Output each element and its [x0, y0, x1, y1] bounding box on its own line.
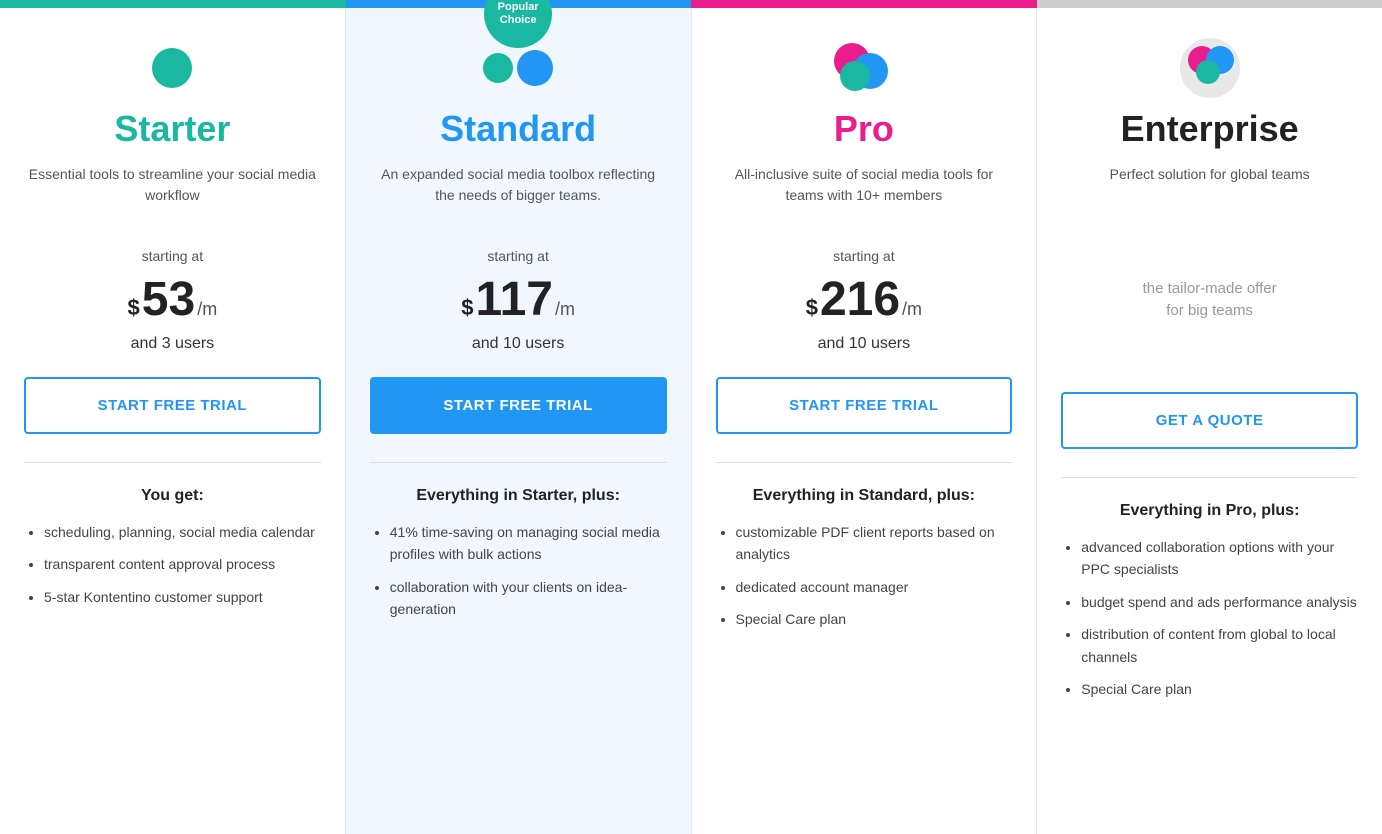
- starter-cta-button[interactable]: START FREE TRIAL: [24, 377, 321, 434]
- pro-price: $ 216 /m: [806, 272, 922, 327]
- starter-features-header: You get:: [141, 487, 204, 505]
- pro-starting-at: starting at: [833, 248, 894, 264]
- starter-plan-desc: Essential tools to streamline your socia…: [24, 164, 321, 224]
- pro-plan-desc: All-inclusive suite of social media tool…: [716, 164, 1013, 224]
- standard-starting-at: starting at: [487, 248, 548, 264]
- enterprise-icon: [1180, 38, 1240, 98]
- list-item: transparent content approval process: [44, 553, 321, 575]
- starter-amount: 53: [142, 272, 195, 327]
- popular-badge-line1: Popular: [498, 1, 539, 14]
- pro-cta-button[interactable]: START FREE TRIAL: [716, 377, 1013, 434]
- pro-users: and 10 users: [818, 335, 911, 353]
- pro-divider: [716, 462, 1013, 463]
- starter-divider: [24, 462, 321, 463]
- starter-plan-name: Starter: [114, 108, 230, 150]
- standard-currency: $: [461, 295, 473, 321]
- top-bar-segment-4: [1037, 0, 1382, 8]
- pro-period: /m: [902, 299, 922, 320]
- standard-plan-name: Standard: [440, 108, 596, 150]
- enterprise-features-list: advanced collaboration options with your…: [1061, 536, 1358, 710]
- standard-features-header: Everything in Starter, plus:: [416, 487, 620, 505]
- starter-features-list: scheduling, planning, social media calen…: [24, 521, 321, 618]
- plan-card-standard: Popular Choice Standard An expanded soci…: [346, 8, 692, 834]
- list-item: distribution of content from global to l…: [1081, 623, 1358, 668]
- enterprise-plan-desc: Perfect solution for global teams: [1110, 164, 1310, 224]
- starter-price: $ 53 /m: [128, 272, 218, 327]
- list-item: budget spend and ads performance analysi…: [1081, 591, 1358, 613]
- enterprise-features-header: Everything in Pro, plus:: [1120, 502, 1300, 520]
- standard-cta-button[interactable]: START FREE TRIAL: [370, 377, 667, 434]
- standard-features-list: 41% time-saving on managing social media…: [370, 521, 667, 631]
- standard-amount: 117: [476, 272, 553, 327]
- pro-currency: $: [806, 295, 818, 321]
- standard-plan-desc: An expanded social media toolbox reflect…: [370, 164, 667, 224]
- enterprise-plan-name: Enterprise: [1121, 108, 1299, 150]
- starter-starting-at: starting at: [142, 248, 203, 264]
- standard-divider: [370, 462, 667, 463]
- plan-card-enterprise: Enterprise Perfect solution for global t…: [1037, 8, 1382, 834]
- enterprise-tailor-text: the tailor-made offerfor big teams: [1143, 278, 1277, 323]
- starter-period: /m: [197, 299, 217, 320]
- starter-icon: [142, 38, 202, 98]
- enterprise-divider: [1061, 477, 1358, 478]
- pro-features-header: Everything in Standard, plus:: [753, 487, 975, 505]
- list-item: scheduling, planning, social media calen…: [44, 521, 321, 543]
- pro-features-list: customizable PDF client reports based on…: [716, 521, 1013, 641]
- plan-card-starter: Starter Essential tools to streamline yo…: [0, 8, 346, 834]
- list-item: 5-star Kontentino customer support: [44, 586, 321, 608]
- top-bar: [0, 0, 1382, 8]
- plan-card-pro: Pro All-inclusive suite of social media …: [692, 8, 1038, 834]
- enterprise-price-area: the tailor-made offerfor big teams: [1143, 248, 1277, 368]
- starter-currency: $: [128, 295, 140, 321]
- top-bar-segment-3: [691, 0, 1037, 8]
- pro-plan-name: Pro: [834, 108, 894, 150]
- standard-period: /m: [555, 299, 575, 320]
- starter-users: and 3 users: [131, 335, 215, 353]
- pro-amount: 216: [820, 272, 900, 327]
- list-item: 41% time-saving on managing social media…: [390, 521, 667, 566]
- popular-badge-line2: Choice: [500, 14, 537, 27]
- standard-users: and 10 users: [472, 335, 565, 353]
- top-bar-segment-1: [0, 0, 346, 8]
- pro-icon: [834, 38, 894, 98]
- list-item: customizable PDF client reports based on…: [736, 521, 1013, 566]
- list-item: dedicated account manager: [736, 576, 1013, 598]
- list-item: Special Care plan: [1081, 678, 1358, 700]
- enterprise-cta-button[interactable]: GET A QUOTE: [1061, 392, 1358, 449]
- list-item: Special Care plan: [736, 608, 1013, 630]
- list-item: collaboration with your clients on idea-…: [390, 576, 667, 621]
- list-item: advanced collaboration options with your…: [1081, 536, 1358, 581]
- standard-price: $ 117 /m: [461, 272, 575, 327]
- pricing-container: Starter Essential tools to streamline yo…: [0, 8, 1382, 834]
